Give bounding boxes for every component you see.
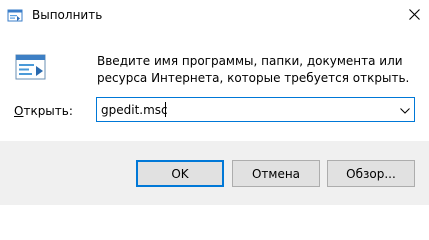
- ok-button[interactable]: OK: [136, 160, 224, 187]
- run-app-icon: [7, 8, 23, 24]
- close-icon: [408, 8, 420, 23]
- dropdown-button[interactable]: [395, 98, 414, 121]
- close-button[interactable]: [399, 0, 429, 31]
- cancel-button[interactable]: Отмена: [232, 160, 320, 187]
- open-label-rest: ткрыть:: [23, 104, 73, 118]
- run-window-icon: [15, 54, 47, 82]
- browse-button[interactable]: Обзор...: [327, 160, 415, 187]
- run-dialog: Выполнить Введите имя программы, папки, …: [0, 0, 429, 205]
- text-caret: [165, 102, 166, 117]
- title-bar: Выполнить: [0, 0, 429, 31]
- open-label: Открыть:: [14, 104, 73, 118]
- dialog-description: Введите имя программы, папки, документа …: [97, 54, 410, 85]
- open-input[interactable]: [101, 101, 391, 118]
- chevron-down-icon: [399, 103, 410, 117]
- window-title: Выполнить: [32, 8, 103, 22]
- open-combobox[interactable]: [96, 97, 415, 122]
